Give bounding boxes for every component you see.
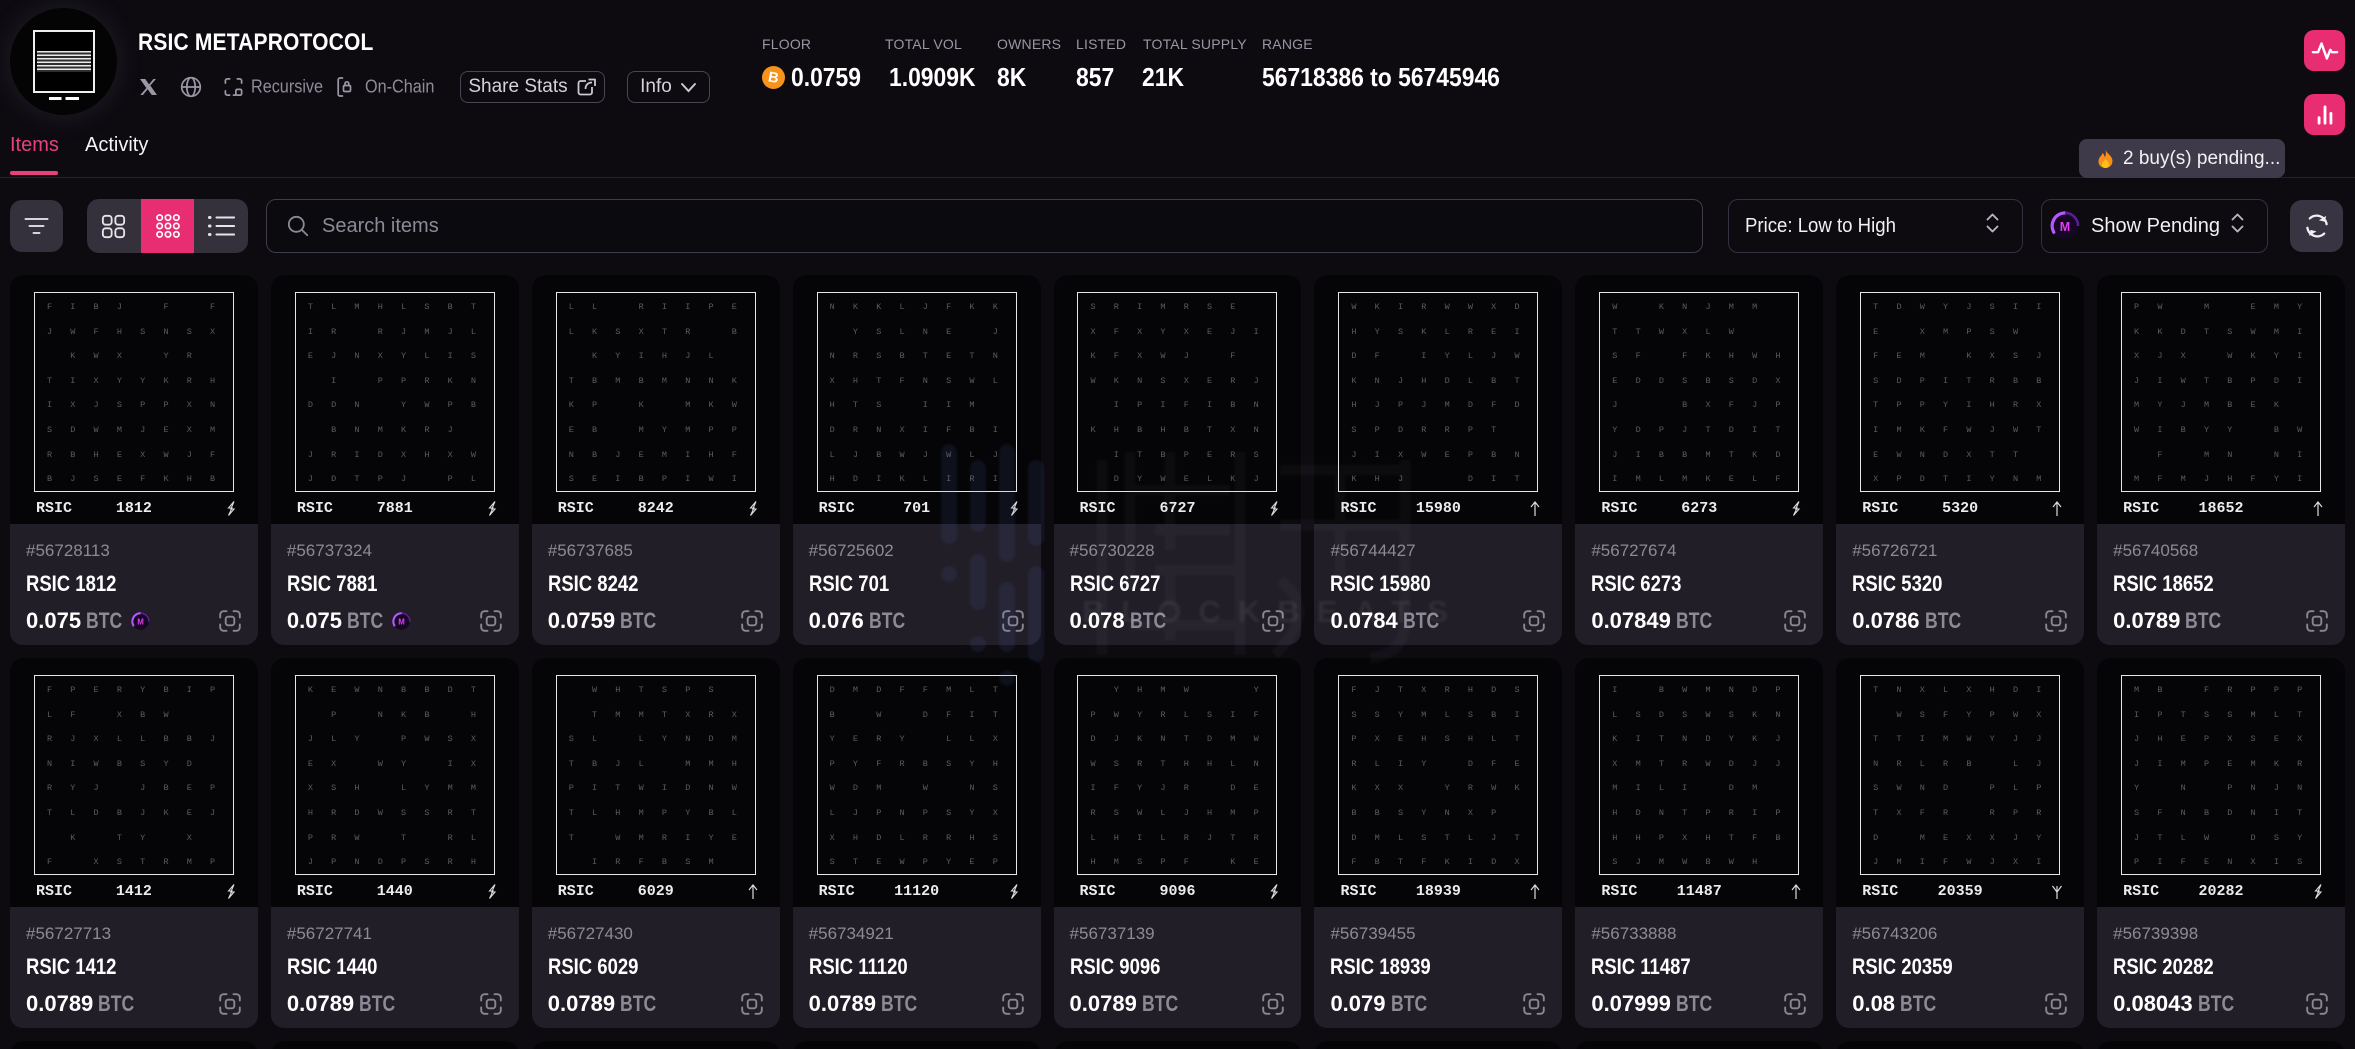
svg-text:M: M [398, 617, 405, 626]
svg-text:M: M [2060, 220, 2070, 234]
svg-text:M: M [137, 617, 144, 626]
